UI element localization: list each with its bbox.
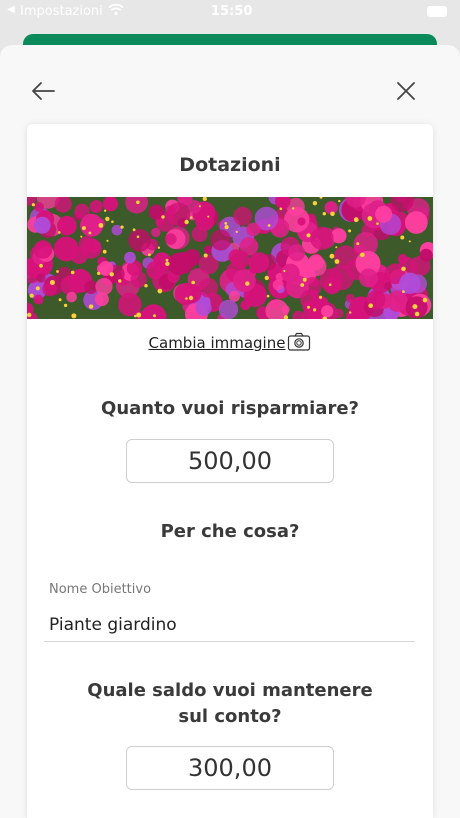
change-image-label[interactable]: Cambia immagine — [149, 334, 286, 352]
amount-question: Quanto vuoi risparmiare? — [101, 398, 359, 419]
status-bar: ◀ Impostazioni 15:50 — [0, 0, 460, 24]
amount-input[interactable]: 500,00 — [126, 439, 334, 483]
card-title: Dotazioni — [179, 154, 281, 176]
goal-image — [27, 197, 433, 319]
change-image-link[interactable]: Cambia immagine — [27, 332, 433, 356]
purpose-question: Per che cosa? — [160, 521, 300, 542]
balance-question-line1: Quale saldo vuoi mantenere — [87, 680, 373, 701]
goal-name-label: Nome Obiettivo — [49, 582, 152, 597]
status-app-name[interactable]: Impostazioni — [20, 4, 103, 19]
goal-card: Dotazioni Cambia immagine Quanto vuoi ri… — [27, 124, 433, 818]
balance-question: Quale saldo vuoi mantenere sul conto? — [27, 678, 433, 730]
battery-icon — [427, 6, 447, 17]
back-button[interactable] — [30, 80, 56, 102]
goal-name-underline — [44, 641, 415, 642]
status-back-arrow[interactable]: ◀ — [7, 4, 15, 15]
close-icon — [397, 82, 415, 100]
status-time: 15:50 — [211, 4, 253, 19]
goal-name-field[interactable]: Piante giardino — [49, 615, 177, 635]
wifi-icon — [108, 3, 124, 20]
arrow-left-icon — [32, 82, 55, 100]
balance-question-line2: sul conto? — [178, 706, 282, 727]
balance-input[interactable]: 300,00 — [126, 746, 334, 790]
close-button[interactable] — [395, 80, 417, 102]
camera-icon[interactable] — [287, 332, 311, 356]
